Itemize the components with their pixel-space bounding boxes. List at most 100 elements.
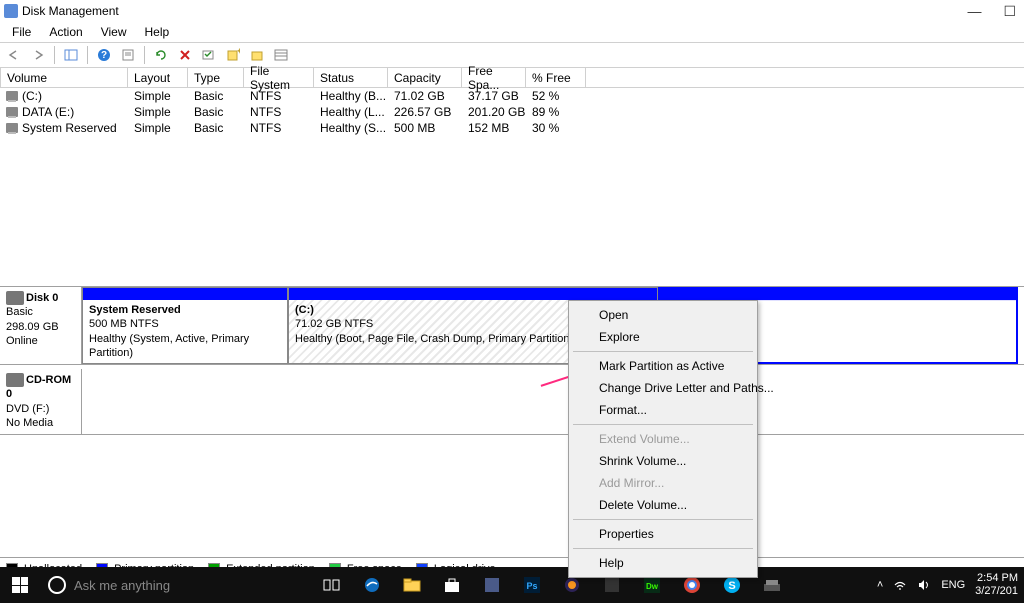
- disk-icon: [6, 291, 24, 305]
- volume-status: Healthy (S...: [314, 121, 388, 135]
- menu-file[interactable]: File: [4, 23, 39, 41]
- photoshop-icon[interactable]: Ps: [512, 567, 552, 603]
- volume-capacity: 226.57 GB: [388, 105, 462, 119]
- partition-status: Healthy (Boot, Page File, Crash Dump, Pr…: [295, 333, 573, 345]
- svg-text:Ps: Ps: [526, 581, 537, 591]
- col-pctfree[interactable]: % Free: [526, 68, 586, 87]
- disk-type: DVD (F:): [6, 402, 75, 416]
- context-menu-item[interactable]: Explore: [571, 326, 755, 348]
- volume-type: Basic: [188, 105, 244, 119]
- volume-name: System Reserved: [22, 121, 117, 135]
- volume-row[interactable]: DATA (E:) Simple Basic NTFS Healthy (L..…: [0, 104, 1024, 120]
- context-menu-item[interactable]: Change Drive Letter and Paths...: [571, 377, 755, 399]
- col-freespace[interactable]: Free Spa...: [462, 68, 526, 87]
- disk-body: [82, 369, 1024, 435]
- volume-pctfree: 52 %: [526, 89, 586, 103]
- col-volume[interactable]: Volume: [0, 68, 128, 87]
- svg-text:?: ?: [101, 50, 107, 61]
- volume-freespace: 37.17 GB: [462, 89, 526, 103]
- search-box[interactable]: Ask me anything: [74, 578, 304, 593]
- volume-type: Basic: [188, 89, 244, 103]
- menu-help[interactable]: Help: [137, 23, 178, 41]
- context-menu-item: Add Mirror...: [571, 472, 755, 494]
- svg-text:S: S: [728, 580, 735, 592]
- settings-button[interactable]: [198, 44, 220, 66]
- context-menu-item[interactable]: Mark Partition as Active: [571, 355, 755, 377]
- edge-icon[interactable]: [352, 567, 392, 603]
- disk-icon: [6, 123, 18, 133]
- menu-view[interactable]: View: [93, 23, 135, 41]
- task-view-icon[interactable]: [312, 567, 352, 603]
- help-button[interactable]: ?: [93, 44, 115, 66]
- tray-clock[interactable]: 2:54 PM 3/27/201: [975, 572, 1018, 597]
- properties-button[interactable]: [117, 44, 139, 66]
- partition[interactable]: System Reserved 500 MB NTFS Healthy (Sys…: [82, 287, 288, 364]
- tray-language[interactable]: ENG: [941, 579, 965, 591]
- volume-type: Basic: [188, 121, 244, 135]
- volume-fs: NTFS: [244, 121, 314, 135]
- tray-time: 2:54 PM: [975, 572, 1018, 585]
- volume-fs: NTFS: [244, 89, 314, 103]
- disk-body: System Reserved 500 MB NTFS Healthy (Sys…: [82, 287, 1024, 365]
- tray-network-icon[interactable]: [893, 579, 907, 591]
- disk-header[interactable]: Disk 0 Basic 298.09 GB Online: [0, 287, 82, 365]
- context-menu-item[interactable]: Format...: [571, 399, 755, 421]
- refresh-button[interactable]: [150, 44, 172, 66]
- volume-layout: Simple: [128, 105, 188, 119]
- volume-capacity: 500 MB: [388, 121, 462, 135]
- show-hide-console-tree-button[interactable]: [60, 44, 82, 66]
- app-icon-3[interactable]: [752, 567, 792, 603]
- volume-layout: Simple: [128, 121, 188, 135]
- disk-size: 298.09 GB: [6, 320, 75, 334]
- svg-text:Dw: Dw: [646, 582, 659, 591]
- volume-list-pane: Volume Layout Type File System Status Ca…: [0, 68, 1024, 286]
- partition-title: System Reserved: [89, 304, 181, 316]
- svg-text:✦: ✦: [236, 48, 240, 56]
- tray-date: 3/27/201: [975, 585, 1018, 598]
- context-menu-item[interactable]: Delete Volume...: [571, 494, 755, 516]
- col-type[interactable]: Type: [188, 68, 244, 87]
- new-button[interactable]: ✦: [222, 44, 244, 66]
- disk-row: Disk 0 Basic 298.09 GB Online System Res…: [0, 287, 1024, 365]
- context-menu-item[interactable]: Help: [571, 552, 755, 574]
- delete-button[interactable]: [174, 44, 196, 66]
- volume-layout: Simple: [128, 89, 188, 103]
- partition-size: 71.02 GB NTFS: [295, 318, 373, 330]
- system-tray: ˄ ENG 2:54 PM 3/27/201: [877, 572, 1024, 597]
- menu-action[interactable]: Action: [41, 23, 90, 41]
- window-titlebar: Disk Management — ☐: [0, 0, 1024, 22]
- disk-graphical-pane: Disk 0 Basic 298.09 GB Online System Res…: [0, 286, 1024, 557]
- tray-chevron-icon[interactable]: ˄: [877, 579, 883, 591]
- minimize-button[interactable]: —: [963, 3, 985, 20]
- volume-capacity: 71.02 GB: [388, 89, 462, 103]
- cortana-icon[interactable]: [48, 576, 66, 594]
- disk-label: Disk 0: [26, 292, 58, 304]
- tray-volume-icon[interactable]: [917, 579, 931, 591]
- volume-row[interactable]: (C:) Simple Basic NTFS Healthy (B... 71.…: [0, 88, 1024, 104]
- context-menu-item[interactable]: Properties: [571, 523, 755, 545]
- volume-status: Healthy (L...: [314, 105, 388, 119]
- disk-row: CD-ROM 0 DVD (F:) No Media: [0, 369, 1024, 435]
- volume-row[interactable]: System Reserved Simple Basic NTFS Health…: [0, 120, 1024, 136]
- col-filesystem[interactable]: File System: [244, 68, 314, 87]
- back-button[interactable]: [3, 44, 25, 66]
- disk-header[interactable]: CD-ROM 0 DVD (F:) No Media: [0, 369, 82, 435]
- app-icon: [4, 4, 18, 18]
- col-layout[interactable]: Layout: [128, 68, 188, 87]
- disk-state: No Media: [6, 416, 75, 430]
- start-button[interactable]: [0, 567, 40, 603]
- menu-bar: File Action View Help: [0, 22, 1024, 42]
- volume-fs: NTFS: [244, 105, 314, 119]
- store-icon[interactable]: [432, 567, 472, 603]
- forward-button[interactable]: [27, 44, 49, 66]
- col-status[interactable]: Status: [314, 68, 388, 87]
- partition-color-bar: [289, 288, 657, 300]
- context-menu-item[interactable]: Shrink Volume...: [571, 450, 755, 472]
- col-capacity[interactable]: Capacity: [388, 68, 462, 87]
- window-title: Disk Management: [22, 4, 119, 18]
- context-menu-item[interactable]: Open: [571, 304, 755, 326]
- maximize-button[interactable]: ☐: [999, 3, 1020, 20]
- partition-size: 500 MB NTFS: [89, 318, 159, 330]
- app-icon-1[interactable]: [472, 567, 512, 603]
- file-explorer-icon[interactable]: [392, 567, 432, 603]
